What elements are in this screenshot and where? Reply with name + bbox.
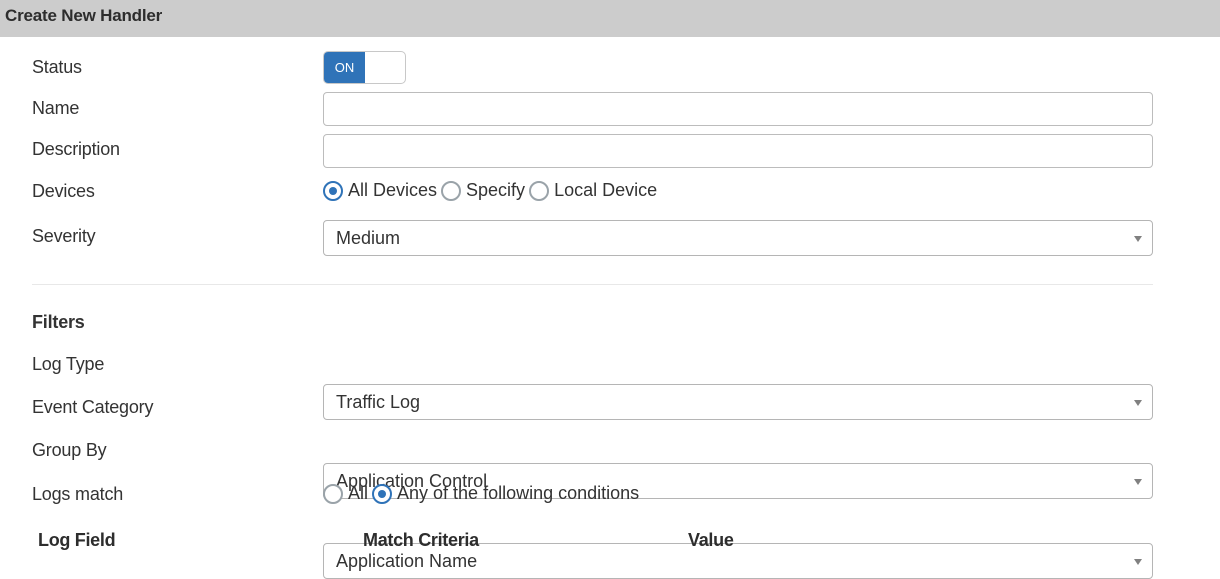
column-header-value: Value	[688, 530, 734, 550]
status-label: Status	[32, 57, 82, 77]
log-type-select[interactable]: Traffic Log	[323, 384, 1153, 420]
devices-radio-group: All Devices Specify Local Device	[323, 180, 661, 201]
description-input[interactable]	[323, 134, 1153, 168]
chevron-down-icon	[1134, 479, 1142, 485]
severity-label: Severity	[32, 226, 96, 246]
name-label: Name	[32, 98, 80, 118]
chevron-down-icon	[1134, 559, 1142, 565]
devices-label: Devices	[32, 181, 95, 201]
radio-unchecked-icon[interactable]	[323, 483, 343, 504]
logs-match-option-any-label: Any of the following conditions	[397, 483, 640, 503]
devices-option-local[interactable]: Local Device	[529, 180, 657, 201]
devices-option-all-label: All Devices	[348, 180, 438, 200]
group-by-value: Application Name	[336, 550, 478, 571]
page-header: Create New Handler	[0, 0, 1220, 37]
name-input[interactable]	[323, 92, 1153, 126]
logs-match-label: Logs match	[32, 484, 124, 504]
filters-heading: Filters	[32, 312, 85, 332]
devices-option-local-label: Local Device	[554, 180, 658, 200]
toggle-on-label: ON	[324, 52, 365, 83]
radio-unchecked-icon[interactable]	[441, 180, 462, 201]
section-divider	[32, 284, 1153, 285]
radio-checked-icon[interactable]	[372, 483, 393, 504]
log-type-value: Traffic Log	[336, 391, 421, 412]
severity-value: Medium	[336, 227, 401, 248]
devices-option-specify-label: Specify	[466, 180, 526, 200]
log-type-label: Log Type	[32, 354, 105, 374]
group-by-label: Group By	[32, 440, 107, 460]
logs-match-option-all[interactable]: All	[323, 483, 368, 504]
column-header-log-field: Log Field	[38, 530, 116, 550]
logs-match-radio-group: All Any of the following conditions	[323, 483, 643, 504]
event-category-label: Event Category	[32, 397, 154, 417]
logs-match-option-all-label: All	[348, 483, 369, 503]
status-toggle[interactable]: ON	[323, 51, 406, 84]
page-title: Create New Handler	[5, 6, 163, 25]
chevron-down-icon	[1134, 400, 1142, 406]
devices-option-all[interactable]: All Devices	[323, 180, 437, 201]
severity-select[interactable]: Medium	[323, 220, 1153, 256]
devices-option-specify[interactable]: Specify	[441, 180, 525, 201]
radio-checked-icon[interactable]	[323, 180, 343, 201]
radio-unchecked-icon[interactable]	[529, 180, 550, 201]
description-label: Description	[32, 139, 120, 159]
logs-match-option-any[interactable]: Any of the following conditions	[372, 483, 639, 504]
column-header-match-criteria: Match Criteria	[363, 530, 479, 550]
chevron-down-icon	[1134, 236, 1142, 242]
